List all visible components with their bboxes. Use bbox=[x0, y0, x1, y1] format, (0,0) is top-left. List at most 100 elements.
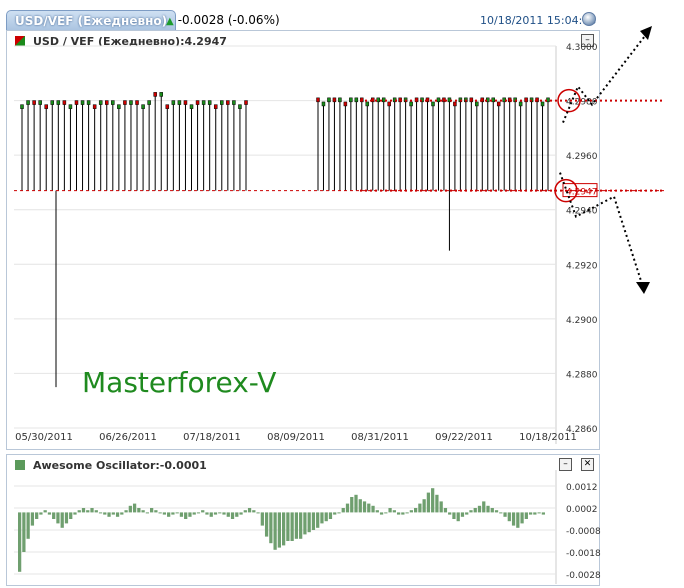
candle-body bbox=[56, 100, 61, 105]
osc-bar bbox=[26, 512, 30, 539]
candle-body bbox=[321, 101, 326, 107]
osc-bar bbox=[30, 512, 35, 526]
osc-bar bbox=[269, 512, 273, 544]
osc-bar bbox=[414, 508, 418, 513]
price-tick-label: 4.2900 bbox=[566, 316, 598, 326]
osc-bar bbox=[367, 503, 371, 513]
osc-bar bbox=[371, 505, 375, 513]
osc-bar bbox=[379, 512, 384, 515]
candle-body bbox=[226, 100, 230, 105]
osc-bar bbox=[409, 510, 413, 513]
osc-bar bbox=[426, 492, 431, 513]
osc-bar bbox=[247, 508, 252, 513]
candle-body bbox=[92, 104, 97, 109]
candle-body bbox=[117, 104, 121, 109]
osc-bar bbox=[333, 512, 337, 515]
osc-bar bbox=[179, 512, 184, 517]
down-arrow-head bbox=[636, 282, 650, 294]
osc-tick-label: 0.0012 bbox=[566, 483, 598, 493]
osc-bar bbox=[184, 512, 188, 519]
osc-bar bbox=[145, 512, 149, 514]
candle-body bbox=[38, 100, 42, 105]
candle-body bbox=[153, 92, 157, 97]
osc-bar bbox=[465, 512, 469, 515]
osc-bar bbox=[362, 501, 367, 513]
candle-body bbox=[159, 92, 163, 97]
osc-bar bbox=[431, 488, 435, 513]
osc-bar bbox=[111, 512, 115, 515]
osc-bar bbox=[456, 512, 460, 522]
candle-body bbox=[213, 104, 218, 109]
osc-bar bbox=[511, 512, 516, 526]
candle-body bbox=[105, 100, 109, 105]
osc-bar bbox=[39, 512, 43, 515]
up-arrow-head bbox=[640, 26, 652, 40]
osc-bar bbox=[35, 512, 39, 519]
osc-bar bbox=[405, 512, 409, 514]
date-tick-label: 08/31/2011 bbox=[351, 432, 409, 443]
osc-bar bbox=[384, 512, 388, 514]
candle-body bbox=[26, 100, 30, 105]
osc-bar bbox=[537, 512, 541, 514]
candle-body bbox=[338, 97, 342, 103]
osc-bar bbox=[490, 508, 494, 513]
candle-body bbox=[68, 104, 73, 109]
osc-bar bbox=[154, 510, 158, 513]
osc-bar bbox=[128, 505, 132, 513]
osc-bar bbox=[435, 494, 439, 513]
candle-body bbox=[436, 97, 441, 103]
candle-body bbox=[496, 101, 501, 107]
candle-body bbox=[147, 100, 151, 105]
candle-body bbox=[540, 101, 545, 107]
osc-bar bbox=[18, 512, 22, 572]
osc-bar bbox=[341, 508, 345, 513]
candle-body bbox=[453, 101, 457, 107]
osc-bar bbox=[124, 510, 128, 513]
osc-bar bbox=[452, 512, 456, 519]
candle-body bbox=[123, 100, 127, 105]
candle-body bbox=[376, 97, 380, 103]
osc-bar bbox=[196, 512, 201, 514]
osc-bar bbox=[277, 512, 281, 548]
osc-bar bbox=[52, 512, 56, 519]
osc-bar bbox=[516, 512, 520, 528]
candle-body bbox=[354, 97, 359, 103]
osc-bar bbox=[213, 512, 218, 515]
osc-bar bbox=[422, 499, 426, 513]
osc-bar bbox=[47, 512, 52, 515]
candle-body bbox=[207, 100, 212, 105]
osc-bar bbox=[469, 510, 473, 513]
candle-body bbox=[50, 100, 55, 105]
candle-body bbox=[171, 100, 176, 105]
osc-bar bbox=[316, 512, 320, 528]
price-tick-label: 4.3000 bbox=[566, 43, 598, 53]
candle-body bbox=[86, 100, 91, 105]
candle-body bbox=[327, 97, 331, 103]
osc-bar bbox=[482, 501, 486, 513]
osc-bar bbox=[350, 497, 354, 513]
osc-bar bbox=[273, 512, 277, 550]
osc-bar bbox=[528, 512, 533, 515]
candle-body bbox=[381, 97, 386, 103]
candle-body bbox=[141, 104, 145, 109]
osc-bar bbox=[115, 512, 120, 517]
osc-bar bbox=[507, 512, 511, 522]
candle-body bbox=[431, 101, 435, 107]
osc-bar bbox=[158, 512, 162, 514]
osc-bar bbox=[167, 512, 171, 517]
osc-bar bbox=[294, 512, 299, 539]
candle-body bbox=[177, 100, 182, 105]
osc-bar bbox=[477, 505, 482, 513]
osc-bar bbox=[286, 512, 290, 541]
osc-bar bbox=[132, 503, 137, 513]
osc-bar bbox=[205, 512, 209, 515]
chart-canvas: 4.30004.29804.29604.29474.29404.29204.29… bbox=[14, 26, 664, 584]
candle-body bbox=[387, 101, 391, 107]
osc-bar bbox=[337, 512, 341, 514]
osc-bar bbox=[282, 512, 286, 546]
osc-bar bbox=[290, 512, 294, 541]
osc-bar bbox=[188, 512, 192, 517]
osc-bar bbox=[77, 510, 81, 513]
osc-bar bbox=[256, 512, 260, 514]
price-tick-label: 4.2880 bbox=[566, 370, 598, 380]
